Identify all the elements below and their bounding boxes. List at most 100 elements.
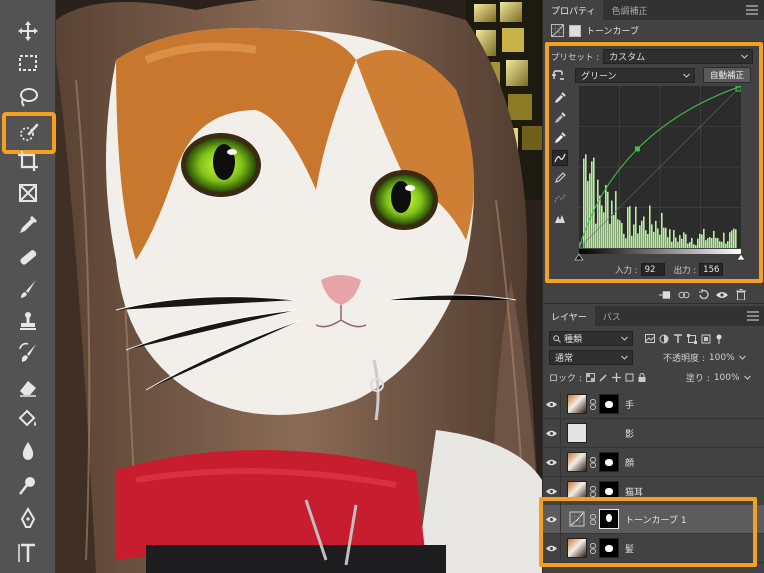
histogram-bar — [721, 241, 723, 248]
eye-icon — [546, 430, 557, 436]
tab-paths[interactable]: パス — [595, 306, 629, 326]
curve-point-tool[interactable] — [552, 150, 568, 166]
filter-pixel-icon[interactable] — [645, 334, 655, 343]
view-previous-icon[interactable] — [678, 289, 690, 301]
layer-mask-thumbnail[interactable] — [599, 481, 619, 501]
mask-link-icon[interactable] — [589, 398, 597, 410]
filter-adjustment-icon[interactable] — [659, 334, 669, 344]
layer-row[interactable]: 手 — [543, 389, 764, 419]
eraser-tool[interactable] — [8, 372, 48, 402]
curve-graph[interactable] — [578, 85, 742, 249]
panel-menu-icon[interactable] — [746, 5, 758, 15]
on-image-adjust-icon[interactable] — [551, 68, 565, 82]
move-tool[interactable] — [8, 16, 48, 46]
pencil-tool[interactable] — [552, 170, 568, 186]
layer-row[interactable]: 影 — [543, 418, 764, 448]
layer-filter-row: 種類 — [549, 331, 723, 346]
crop-tool[interactable] — [8, 146, 48, 176]
eyedropper-tool[interactable] — [8, 210, 48, 240]
clip-to-layer-icon[interactable] — [659, 289, 671, 301]
filter-smart-object-icon[interactable] — [701, 334, 711, 344]
layer-row[interactable]: 顔 — [543, 447, 764, 477]
opacity-value[interactable]: 100% — [709, 353, 735, 363]
layer-visibility-toggle[interactable] — [543, 533, 561, 563]
preset-dropdown[interactable]: カスタム — [603, 49, 754, 64]
smooth-curve-tool[interactable] — [552, 190, 568, 206]
black-point-eyedropper[interactable] — [552, 90, 568, 106]
layers-menu-icon[interactable] — [747, 311, 759, 321]
lock-artboard-icon[interactable] — [625, 373, 634, 382]
chevron-down-icon[interactable] — [738, 354, 746, 361]
gray-point-eyedropper[interactable] — [552, 110, 568, 126]
output-field[interactable]: 156 — [699, 263, 724, 276]
mask-link-icon[interactable] — [589, 513, 597, 525]
dodge-tool[interactable] — [8, 470, 48, 500]
layer-row[interactable]: 猫耳 — [543, 476, 764, 506]
layer-row[interactable]: トーンカーブ 1 — [543, 504, 764, 534]
channel-dropdown[interactable]: グリーン — [575, 67, 695, 83]
mask-link-icon[interactable] — [589, 542, 597, 554]
filter-toggle-icon[interactable] — [715, 334, 723, 344]
filter-shape-icon[interactable] — [687, 333, 697, 344]
mask-link-icon[interactable] — [589, 456, 597, 468]
layer-name: 手 — [625, 400, 635, 411]
clipping-warning-tool[interactable] — [552, 210, 568, 226]
lock-position-icon[interactable] — [611, 373, 621, 382]
type-tool[interactable] — [8, 538, 48, 568]
layer-row[interactable]: 髪 — [543, 533, 764, 563]
trash-icon[interactable] — [735, 289, 747, 301]
layer-mask-thumbnail[interactable] — [599, 509, 619, 529]
blend-mode-dropdown[interactable]: 通常 — [549, 350, 633, 365]
layer-mask-thumbnail[interactable] — [599, 452, 619, 472]
input-gradient-slider[interactable] — [573, 249, 747, 261]
layer-visibility-toggle[interactable] — [543, 418, 561, 448]
pen-tool[interactable] — [8, 504, 48, 534]
brush-tool[interactable] — [8, 274, 48, 304]
healing-brush-tool[interactable] — [8, 242, 48, 272]
visibility-icon[interactable] — [716, 289, 728, 301]
histogram-bar — [601, 205, 603, 248]
lock-all-icon[interactable] — [638, 373, 646, 382]
histogram-bar — [687, 243, 689, 248]
histogram-bar — [667, 237, 669, 248]
lock-pixels-icon[interactable] — [599, 373, 608, 382]
layer-visibility-toggle[interactable] — [543, 476, 561, 506]
input-field[interactable]: 92 — [640, 263, 665, 276]
layer-visibility-toggle[interactable] — [543, 447, 561, 477]
clone-stamp-tool[interactable] — [8, 306, 48, 336]
tab-adjustments[interactable]: 色調補正 — [603, 0, 655, 20]
histogram-bar — [695, 245, 697, 248]
layer-thumbnail — [567, 452, 587, 472]
lasso-tool[interactable] — [8, 82, 48, 112]
layer-filter-dropdown[interactable]: 種類 — [549, 331, 633, 346]
frame-tool[interactable] — [8, 178, 48, 208]
document-canvas[interactable] — [56, 0, 542, 573]
histogram-bar — [661, 212, 663, 248]
histogram-bar — [673, 230, 675, 248]
tab-layers[interactable]: レイヤー — [543, 306, 595, 326]
layer-mask-thumbnail[interactable] — [599, 394, 619, 414]
search-icon — [553, 335, 561, 343]
layer-visibility-toggle[interactable] — [543, 389, 561, 419]
histogram-bar — [633, 224, 635, 248]
chevron-down-icon[interactable] — [743, 374, 751, 381]
histogram-bar — [727, 241, 729, 248]
white-point-eyedropper[interactable] — [552, 130, 568, 146]
reset-icon[interactable] — [697, 289, 709, 301]
layer-mask-thumbnail[interactable] — [599, 538, 619, 558]
lock-transparent-icon[interactable] — [585, 373, 595, 382]
marquee-tool[interactable] — [8, 48, 48, 78]
history-brush-tool[interactable] — [8, 338, 48, 368]
filter-type-icon[interactable] — [673, 333, 683, 344]
paint-bucket-tool[interactable] — [8, 404, 48, 434]
auto-button[interactable]: 自動補正 — [703, 67, 752, 83]
layer-mask-icon[interactable] — [569, 24, 581, 37]
curve-graph-svg — [578, 85, 742, 249]
channel-value: グリーン — [581, 71, 617, 82]
blur-tool[interactable] — [8, 436, 48, 466]
fill-value[interactable]: 100% — [714, 373, 740, 383]
tab-properties[interactable]: プロパティ — [543, 0, 604, 20]
layer-name: トーンカーブ 1 — [625, 515, 687, 526]
mask-link-icon[interactable] — [589, 485, 597, 497]
layer-visibility-toggle[interactable] — [543, 504, 561, 534]
